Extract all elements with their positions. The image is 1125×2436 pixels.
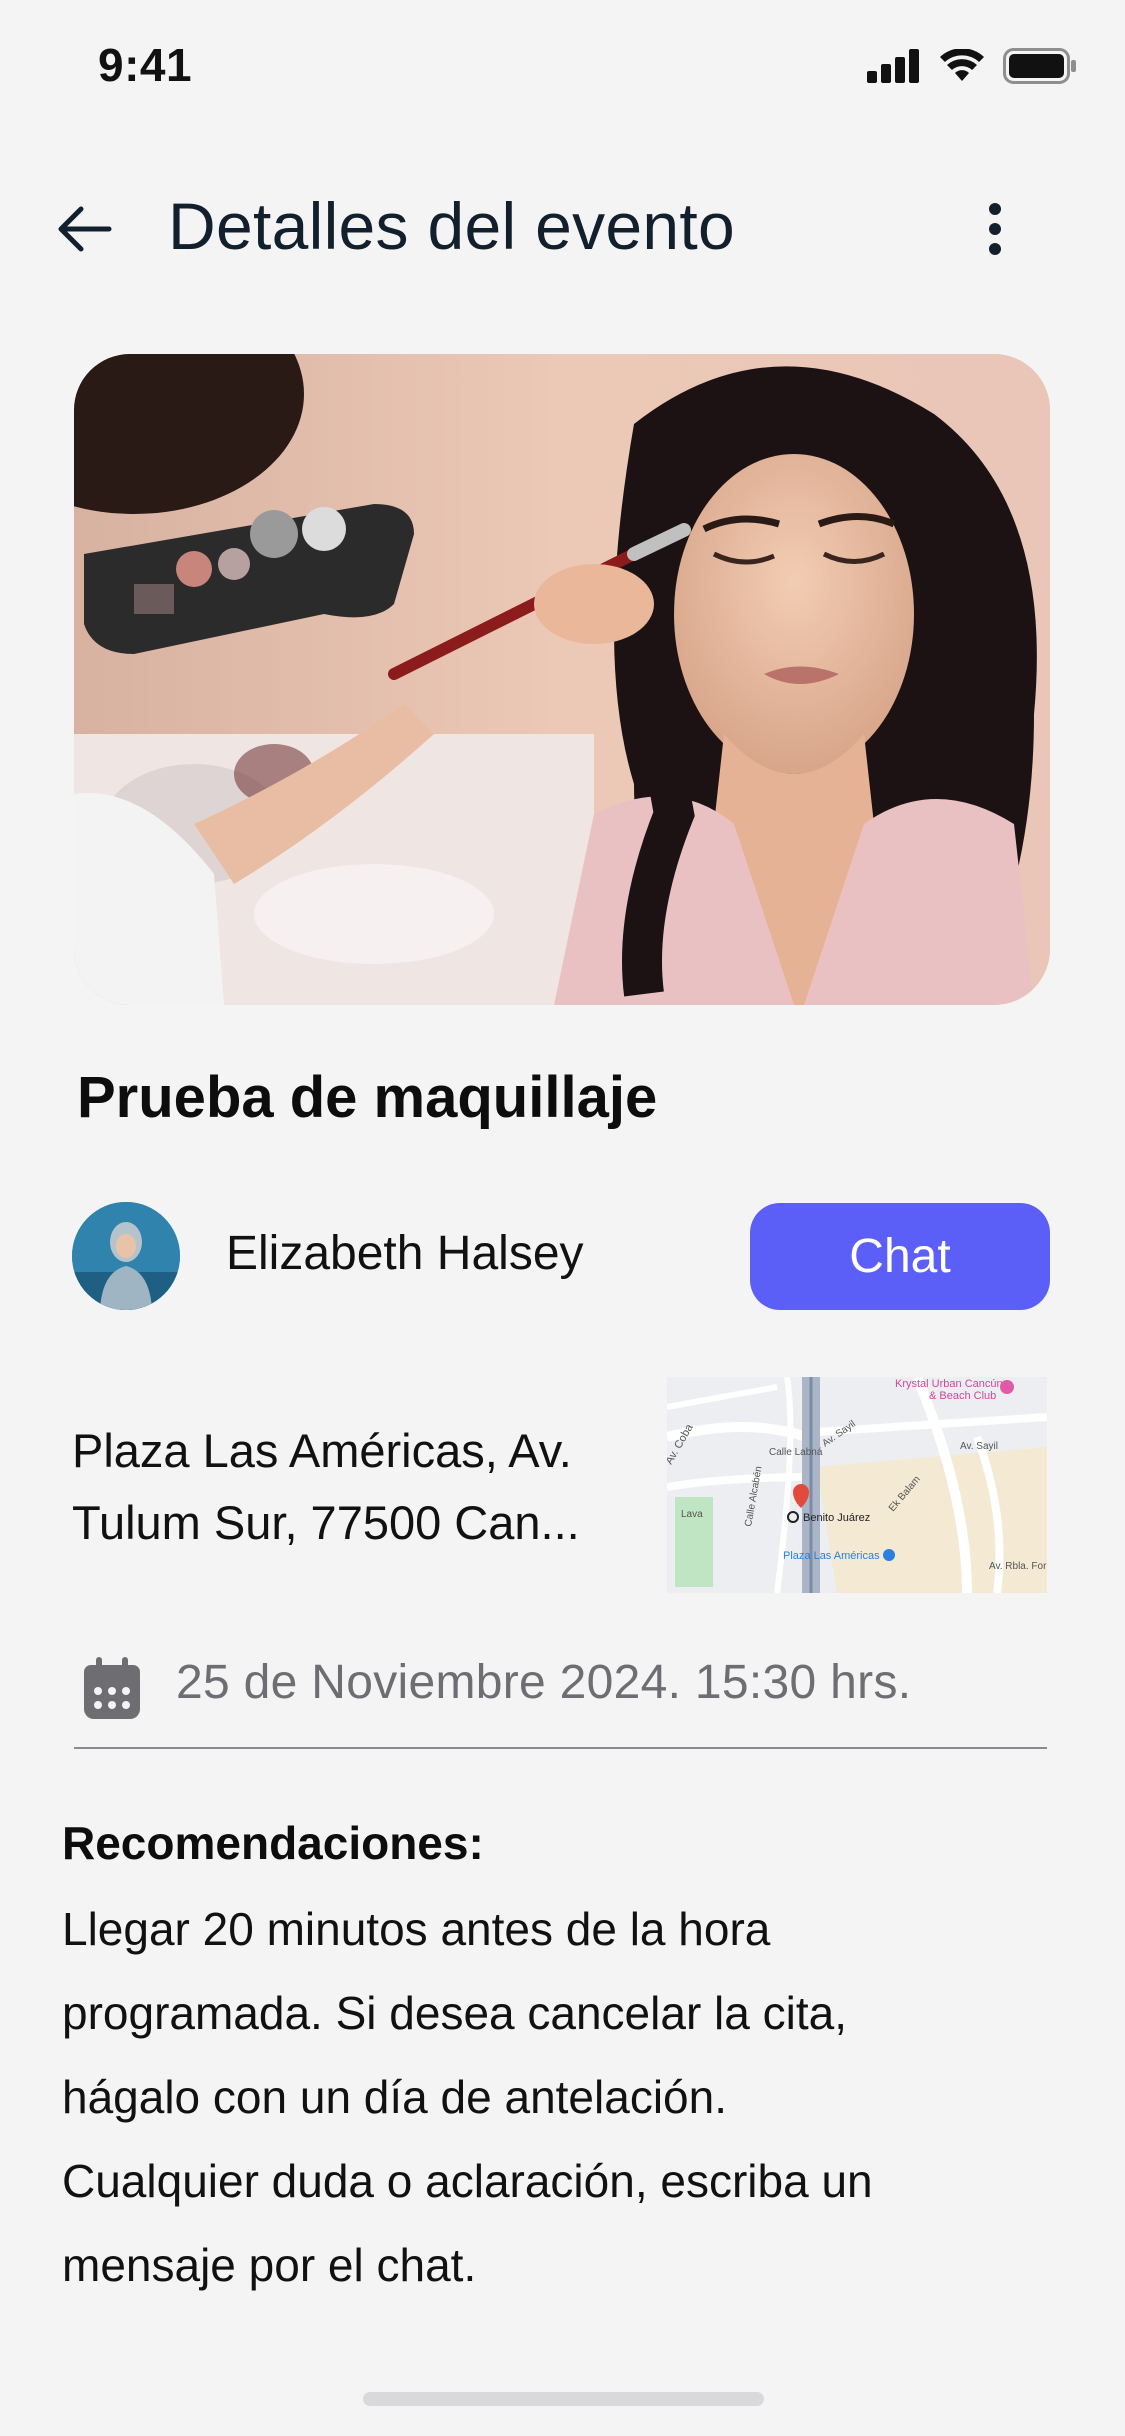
makeup-photo-illustration [74,354,1050,1005]
chat-button[interactable]: Chat [750,1203,1050,1310]
recommendations-text: Llegar 20 minutos antes de la hora progr… [62,1887,1062,2307]
status-time: 9:41 [98,39,193,91]
map-street-label: Av. Rbla. For [989,1561,1047,1572]
map-street-label: Lava [681,1509,703,1520]
recommendation-line: hágalo con un día de antelación. [62,2071,727,2123]
more-options-button[interactable] [965,194,1025,264]
event-title: Prueba de maquillaje [77,1065,658,1130]
organizer-name: Elizabeth Halsey [226,1227,584,1280]
recommendation-line: Llegar 20 minutos antes de la hora [62,1903,771,1955]
home-indicator[interactable] [363,2392,764,2406]
event-address: Plaza Las Américas, Av. Tulum Sur, 77500… [72,1415,632,1559]
cellular-signal-icon [867,49,919,83]
status-icons [867,48,1077,84]
event-hero-image [74,354,1050,1005]
map-street-label: Calle Labná [769,1447,823,1458]
event-date: 25 de Noviembre 2024. 15:30 hrs. [176,1656,912,1709]
event-details-screen: 9:41 Detalles del evento Prueba de maqui… [0,0,1125,2436]
more-vertical-icon [989,203,1001,255]
event-date-row: 25 de Noviembre 2024. 15:30 hrs. [74,1645,1047,1749]
wifi-icon [940,49,984,81]
address-line-2: Tulum Sur, 77500 Can... [72,1496,580,1549]
map-place-label: Krystal Urban Cancún [895,1378,1003,1390]
map-place-label: Plaza Las Américas [783,1550,880,1562]
top-app-bar: Detalles del evento [0,170,1125,290]
location-map-thumbnail[interactable]: Av. Coba Calle Labná Av. Sayil Calle Alc… [667,1377,1047,1593]
address-line-1: Plaza Las Américas, Av. [72,1424,572,1477]
calendar-icon [84,1657,140,1719]
shopping-pin-icon [883,1549,895,1561]
page-title: Detalles del evento [168,189,736,263]
map-place-label: & Beach Club [929,1390,996,1402]
back-button[interactable] [50,194,120,264]
avatar-image [72,1202,180,1310]
map-image: Av. Coba Calle Labná Av. Sayil Calle Alc… [667,1377,1047,1593]
recommendation-line: Cualquier duda o aclaración, escriba un [62,2155,873,2207]
battery-icon [1003,48,1076,84]
hotel-pin-icon [1000,1380,1014,1394]
recommendation-line: programada. Si desea cancelar la cita, [62,1987,847,2039]
recommendations-title: Recomendaciones: [62,1817,484,1869]
arrow-left-icon [58,206,112,252]
organizer-avatar[interactable] [72,1202,180,1310]
map-street-label: Av. Sayil [960,1441,998,1452]
map-place-label: Benito Juárez [803,1512,870,1524]
status-bar: 9:41 [0,0,1125,130]
recommendation-line: mensaje por el chat. [62,2239,477,2291]
